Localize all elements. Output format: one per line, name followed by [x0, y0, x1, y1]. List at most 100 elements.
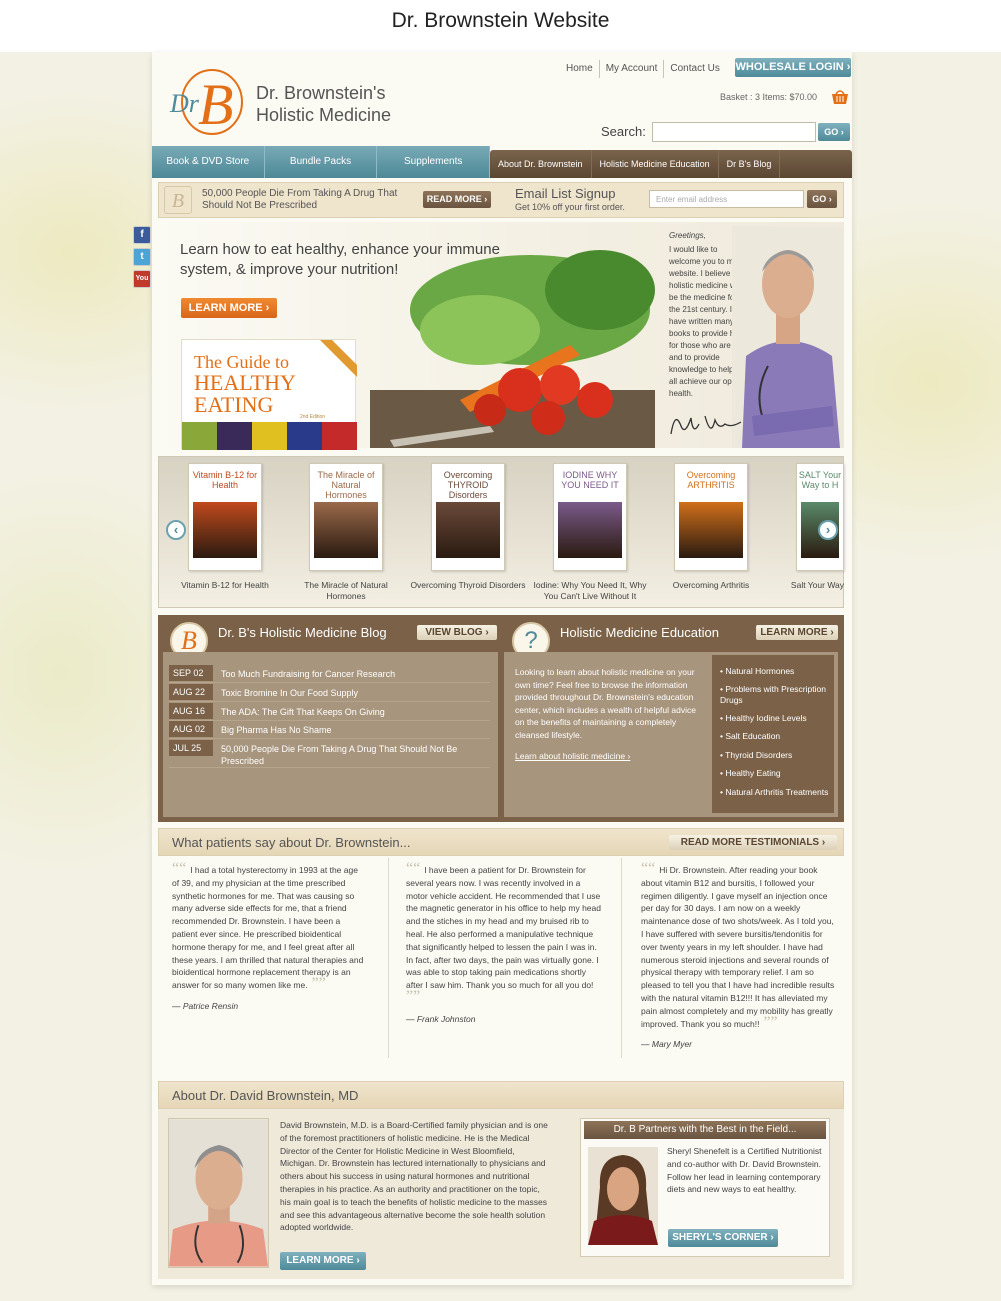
- sheryl-photo: [588, 1147, 658, 1245]
- education-topic-link[interactable]: • Natural Arthritis Treatments: [720, 787, 830, 798]
- book-cover[interactable]: Overcoming ARTHRITIS: [674, 463, 748, 571]
- testimonial: ““ I had a total hysterectomy in 1993 at…: [172, 861, 367, 1013]
- youtube-icon[interactable]: You: [133, 270, 151, 288]
- book-food-strip: [182, 422, 357, 450]
- carousel-next-button[interactable]: ›: [818, 520, 838, 540]
- basket-summary[interactable]: Basket : 3 Items: $70.00: [720, 92, 817, 102]
- book-cover[interactable]: SALT Your Way to H: [796, 463, 844, 571]
- book-caption[interactable]: Vitamin B-12 for Health: [165, 580, 285, 591]
- blog-post-title[interactable]: Big Pharma Has No Shame: [221, 724, 486, 736]
- nav-supplements[interactable]: Supplements: [377, 146, 491, 178]
- testimonial-author: — Mary Myer: [641, 1039, 692, 1050]
- svg-text:B: B: [198, 72, 233, 136]
- book-title-line-2: HEALTHY EATING: [194, 372, 296, 416]
- book-caption[interactable]: The Miracle of Natural Hormones: [286, 580, 406, 602]
- link-home[interactable]: Home: [560, 60, 600, 78]
- read-more-testimonials-button[interactable]: READ MORE TESTIMONIALS ›: [669, 835, 837, 850]
- book-cover[interactable]: The Miracle of Natural Hormones: [309, 463, 383, 571]
- sheryls-corner-button[interactable]: SHERYL'S CORNER ›: [668, 1229, 778, 1247]
- email-input[interactable]: Enter email address: [649, 190, 804, 208]
- partner-text: Sheryl Shenefelt is a Certified Nutritio…: [667, 1146, 822, 1195]
- wholesale-login-button[interactable]: WHOLESALE LOGIN ›: [735, 58, 851, 77]
- blog-post-title[interactable]: Too Much Fundraising for Cancer Research: [221, 668, 486, 680]
- book-caption[interactable]: Salt Your Way: [758, 580, 844, 591]
- book-cover-art: [436, 502, 500, 558]
- open-quote-icon: ““: [406, 860, 425, 877]
- book-cover-title: SALT Your Way to H: [798, 470, 842, 490]
- promo-headline[interactable]: 50,000 People Die From Taking A Drug Tha…: [202, 188, 412, 212]
- blog-post-row[interactable]: AUG 16 The ADA: The Gift That Keeps On Gi…: [169, 703, 490, 721]
- education-topic-link[interactable]: • Healthy Eating: [720, 768, 830, 779]
- nav-blog[interactable]: Dr B's Blog: [719, 150, 781, 178]
- blog-post-row[interactable]: JUL 25 50,000 People Die From Taking A Dr…: [169, 740, 490, 768]
- page-caption: Dr. Brownstein Website: [0, 0, 1001, 52]
- book-cover-title: Vitamin B-12 for Health: [192, 470, 258, 490]
- signature: [670, 415, 742, 435]
- logo-line-2: Holistic Medicine: [256, 105, 392, 125]
- testimonial-author: — Frank Johnston: [406, 1013, 476, 1024]
- search-go-button[interactable]: GO ›: [818, 123, 850, 141]
- blog-post-title[interactable]: Toxic Bromine In Our Food Supply: [221, 687, 486, 699]
- education-topic-link[interactable]: • Salt Education: [720, 731, 830, 742]
- open-quote-icon: ““: [172, 860, 191, 877]
- book-caption[interactable]: Overcoming Thyroid Disorders: [408, 580, 528, 591]
- facebook-icon[interactable]: f: [133, 226, 151, 244]
- email-go-button[interactable]: GO ›: [807, 190, 837, 208]
- education-learn-more-button[interactable]: LEARN MORE ›: [756, 625, 838, 640]
- column-divider: [621, 858, 622, 1058]
- nav-education[interactable]: Holistic Medicine Education: [592, 150, 719, 178]
- book-cover-title: Overcoming ARTHRITIS: [686, 470, 736, 490]
- vegetables-image: [370, 250, 655, 448]
- book-cover[interactable]: Vitamin B-12 for Health: [188, 463, 262, 571]
- education-text: Looking to learn about holistic medicine…: [515, 667, 696, 740]
- book-caption[interactable]: Overcoming Arthritis: [651, 580, 771, 591]
- about-learn-more-button[interactable]: LEARN MORE ›: [280, 1252, 366, 1270]
- hero-learn-more-button[interactable]: LEARN MORE ›: [181, 298, 277, 318]
- promo-read-more-button[interactable]: READ MORE ›: [423, 191, 491, 208]
- dr-brownstein-photo: [732, 226, 844, 448]
- search-input[interactable]: [652, 122, 816, 142]
- education-topic-link[interactable]: • Healthy Iodine Levels: [720, 713, 830, 724]
- book-cover[interactable]: IODINE WHY YOU NEED IT: [553, 463, 627, 571]
- basket-icon[interactable]: [830, 88, 850, 106]
- column-divider: [388, 858, 389, 1058]
- education-link[interactable]: Learn about holistic medicine ›: [515, 751, 630, 761]
- blog-title: Dr. B's Holistic Medicine Blog: [218, 625, 387, 640]
- education-title: Holistic Medicine Education: [560, 625, 719, 640]
- blog-post-date: AUG 02: [169, 721, 213, 737]
- link-contact-us[interactable]: Contact Us: [664, 60, 725, 78]
- carousel-prev-button[interactable]: ‹: [166, 520, 186, 540]
- blog-post-date: JUL 25: [169, 740, 213, 756]
- blog-post-date: SEP 02: [169, 665, 213, 681]
- promo-b-icon: B: [164, 186, 192, 214]
- view-blog-button[interactable]: VIEW BLOG ›: [417, 625, 497, 640]
- main-nav: Book & DVD Store Bundle Packs Supplement…: [152, 146, 491, 178]
- blog-post-row[interactable]: SEP 02 Too Much Fundraising for Cancer Re…: [169, 665, 490, 683]
- top-links: Home My Account Contact Us: [560, 60, 726, 78]
- twitter-icon[interactable]: t: [133, 248, 151, 266]
- nav-about[interactable]: About Dr. Brownstein: [490, 150, 592, 178]
- book-caption[interactable]: Iodine: Why You Need It, Why You Can't L…: [530, 580, 650, 602]
- blog-post-title[interactable]: 50,000 People Die From Taking A Drug Tha…: [221, 743, 486, 767]
- education-topic-link[interactable]: • Problems with Prescription Drugs: [720, 684, 830, 706]
- testimonial: ““ Hi Dr. Brownstein. After reading your…: [641, 861, 836, 1051]
- blog-post-row[interactable]: AUG 02 Big Pharma Has No Shame: [169, 721, 490, 739]
- nav-book-dvd-store[interactable]: Book & DVD Store: [152, 146, 265, 178]
- healthy-eating-book[interactable]: The Guide to HEALTHY EATING 2nd Edition: [181, 339, 357, 450]
- blog-post-title[interactable]: The ADA: The Gift That Keeps On Giving: [221, 706, 486, 718]
- book-cover-art: [314, 502, 378, 558]
- education-topic-link[interactable]: • Thyroid Disorders: [720, 750, 830, 761]
- logo-mark[interactable]: Dr B: [168, 66, 248, 136]
- about-title: About Dr. David Brownstein, MD: [172, 1088, 359, 1103]
- logo-text[interactable]: Dr. Brownstein's Holistic Medicine: [256, 82, 391, 126]
- blog-post-row[interactable]: AUG 22 Toxic Bromine In Our Food Supply: [169, 684, 490, 702]
- link-my-account[interactable]: My Account: [600, 60, 665, 78]
- education-topic-link[interactable]: • Natural Hormones: [720, 666, 830, 677]
- testimonial: ““ I have been a patient for Dr. Brownst…: [406, 861, 601, 1026]
- book-cover-title: IODINE WHY YOU NEED IT: [561, 470, 619, 490]
- book-cover-title: The Miracle of Natural Hormones: [317, 470, 375, 500]
- email-signup-subtitle: Get 10% off your first order.: [515, 202, 625, 212]
- book-cover[interactable]: Overcoming THYROID Disorders: [431, 463, 505, 571]
- dr-brownstein-portrait: [168, 1118, 269, 1268]
- nav-bundle-packs[interactable]: Bundle Packs: [265, 146, 378, 178]
